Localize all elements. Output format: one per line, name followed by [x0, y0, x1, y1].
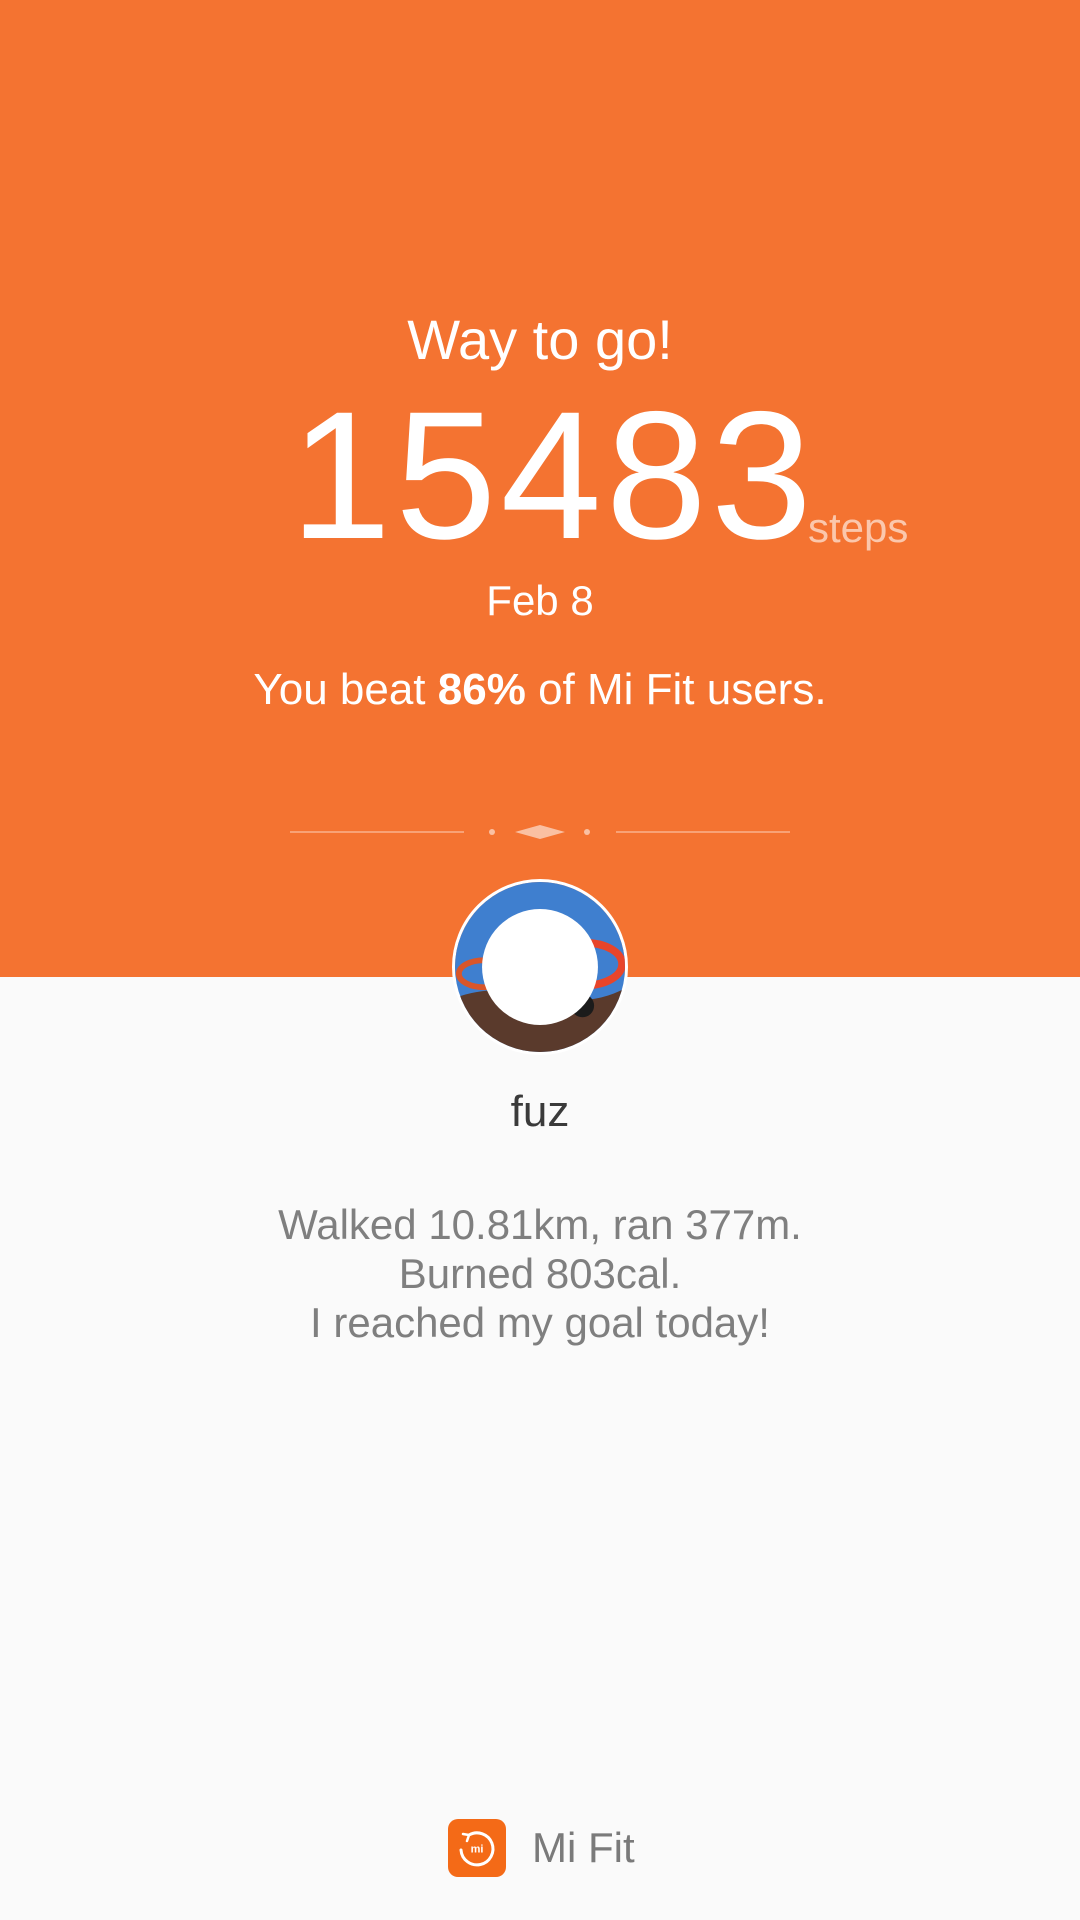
headline: Way to go! — [407, 308, 673, 371]
ranking-prefix: You beat — [253, 665, 438, 714]
summary-line-distance: Walked 10.81km, ran 377m. — [278, 1201, 802, 1248]
share-screen: Way to go! 15483 steps Feb 8 You beat 86… — [0, 0, 1080, 1920]
steps-count: 15483 — [290, 373, 817, 577]
ranking-percent: 86% — [437, 665, 526, 714]
logo-text: mi — [471, 1844, 484, 1856]
avatar-photo — [455, 882, 625, 1052]
ornament-divider-icon — [290, 825, 790, 839]
summary-line-calories: Burned 803cal. — [398, 1250, 682, 1297]
activity-date: Feb 8 — [486, 577, 594, 624]
steps-row: 15483 steps — [0, 375, 1080, 575]
brand-footer: mi Mi Fit — [448, 1818, 635, 1878]
username: fuz — [510, 1087, 570, 1136]
logo-ring-icon: mi — [459, 1831, 495, 1867]
summary-line-goal: I reached my goal today! — [310, 1299, 770, 1346]
ranking-suffix: of Mi Fit users. — [525, 665, 827, 714]
activity-summary: Walked 10.81km, ran 377m. Burned 803cal.… — [0, 1200, 1080, 1347]
steps-unit: steps — [808, 504, 909, 551]
mi-fit-logo-icon: mi — [448, 1819, 506, 1877]
ranking-text: You beat 86% of Mi Fit users. — [0, 664, 1080, 716]
hero-banner: Way to go! 15483 steps Feb 8 You beat 86… — [0, 0, 1080, 977]
avatar — [452, 879, 628, 1055]
brand-name: Mi Fit — [532, 1824, 635, 1871]
